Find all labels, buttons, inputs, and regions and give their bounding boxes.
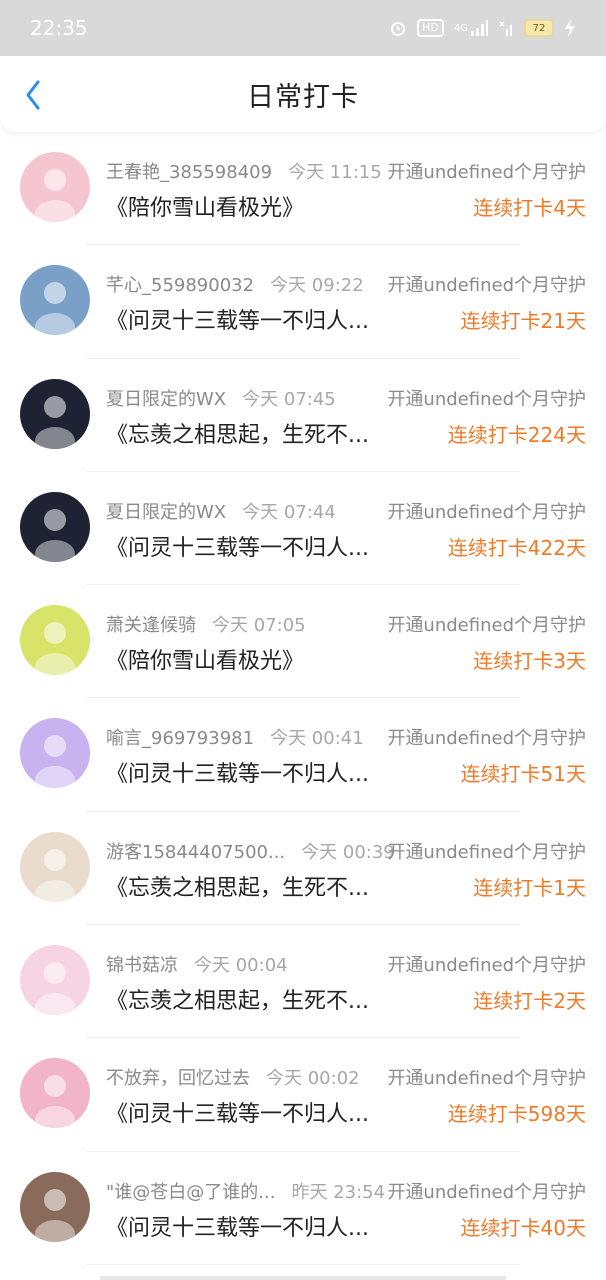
list-item[interactable]: 不放弃，回忆过去 今天 00:02 开通undefined个月守护 《问灵十三载等…: [0, 1038, 606, 1152]
checkin-content[interactable]: 《忘羡之相思起，生死不...: [106, 417, 369, 449]
checkin-content[interactable]: 《忘羡之相思起，生死不...: [106, 983, 369, 1015]
meta-row: "谁@苍白@了谁的... 昨天 23:54: [106, 1178, 385, 1204]
meta-row: 王春艳_385598409 今天 11:15: [106, 158, 382, 184]
checkin-content[interactable]: 《忘羡之相思起，生死不...: [106, 870, 369, 902]
timestamp: 今天 11:15: [288, 162, 382, 183]
list-item[interactable]: 王春艳_385598409 今天 11:15 开通undefined个月守护 《陪…: [0, 132, 606, 246]
guard-status: 开通undefined个月守护: [387, 841, 586, 863]
username[interactable]: "谁@苍白@了谁的...: [106, 1182, 275, 1203]
status-time: 22:35: [30, 16, 88, 40]
guard-status: 开通undefined个月守护: [387, 1181, 586, 1203]
meta-row: 夏日限定的WX 今天 07:45: [106, 385, 336, 411]
guard-status: 开通undefined个月守护: [387, 275, 586, 297]
guard-status: 开通undefined个月守护: [387, 728, 586, 750]
meta-row: 芊心_559890032 今天 09:22: [106, 271, 364, 297]
charging-icon: [564, 19, 576, 37]
signal-2-icon: [498, 20, 514, 36]
battery-icon: 72: [524, 19, 554, 37]
streak-count: 连续打卡598天: [447, 1102, 586, 1127]
network-label: 4G: [453, 22, 468, 34]
checkin-content[interactable]: 《问灵十三载等一不归人...: [106, 1210, 369, 1242]
meta-row: 喻言_969793981 今天 00:41: [106, 724, 364, 750]
list-item[interactable]: 喻言_969793981 今天 00:41 开通undefined个月守护 《问灵…: [0, 698, 606, 812]
guard-status: 开通undefined个月守护: [387, 388, 586, 410]
checkin-content[interactable]: 《问灵十三载等一不归人...: [106, 756, 369, 788]
signal-icon: 4G: [454, 20, 488, 36]
guard-status: 开通undefined个月守护: [387, 162, 586, 183]
streak-count: 连续打卡51天: [460, 762, 586, 787]
checkin-content[interactable]: 《问灵十三载等一不归人...: [106, 1096, 369, 1128]
list-item[interactable]: 夏日限定的WX 今天 07:44 开通undefined个月守护 《问灵十三载等一…: [0, 472, 606, 586]
timestamp: 今天 07:44: [242, 501, 336, 523]
streak-count: 连续打卡422天: [447, 535, 586, 560]
meta-row: 游客15844407500... 今天 00:39: [106, 838, 395, 864]
timestamp: 今天 00:02: [266, 1068, 360, 1090]
username[interactable]: 锦书菇凉: [106, 955, 178, 976]
bottom-scroll-indicator: [100, 1276, 506, 1280]
list-item[interactable]: 萧关逢候骑 今天 07:05 开通undefined个月守护 《陪你雪山看极光》 …: [0, 585, 606, 699]
streak-count: 连续打卡3天: [473, 649, 586, 674]
checkin-list: 王春艳_385598409 今天 11:15 开通undefined个月守护 《陪…: [0, 132, 606, 1265]
timestamp: 今天 09:22: [270, 275, 364, 297]
timestamp: 今天 07:45: [242, 388, 336, 410]
meta-row: 锦书菇凉 今天 00:04: [106, 951, 288, 977]
list-item[interactable]: 夏日限定的WX 今天 07:45 开通undefined个月守护 《忘羡之相思起，…: [0, 359, 606, 472]
list-item[interactable]: 游客15844407500... 今天 00:39 开通undefined个月守护…: [0, 812, 606, 926]
timestamp: 今天 00:39: [301, 841, 395, 863]
username[interactable]: 不放弃，回忆过去: [106, 1068, 250, 1089]
timestamp: 今天 00:41: [270, 728, 364, 750]
chevron-left-icon: [26, 80, 40, 110]
avatar[interactable]: [20, 1058, 90, 1129]
alarm-icon: [389, 19, 407, 37]
username[interactable]: 喻言_969793981: [106, 728, 254, 749]
avatar[interactable]: [20, 491, 90, 562]
list-item[interactable]: 芊心_559890032 今天 09:22 开通undefined个月守护 《问灵…: [0, 245, 606, 359]
username[interactable]: 夏日限定的WX: [106, 502, 226, 523]
guard-status: 开通undefined个月守护: [387, 955, 586, 977]
streak-count: 连续打卡224天: [447, 422, 586, 447]
streak-count: 连续打卡21天: [460, 309, 586, 334]
avatar[interactable]: [20, 945, 90, 1016]
avatar[interactable]: [20, 718, 90, 789]
timestamp: 今天 00:04: [194, 955, 288, 977]
avatar[interactable]: [20, 378, 90, 449]
list-item[interactable]: 锦书菇凉 今天 00:04 开通undefined个月守护 《忘羡之相思起，生死不…: [0, 925, 606, 1039]
avatar[interactable]: [20, 152, 90, 222]
checkin-content[interactable]: 《问灵十三载等一不归人...: [106, 530, 369, 562]
streak-count: 连续打卡40天: [460, 1215, 586, 1240]
username[interactable]: 芊心_559890032: [106, 275, 254, 296]
timestamp: 昨天 23:54: [291, 1181, 386, 1203]
checkin-content[interactable]: 《问灵十三载等一不归人...: [106, 303, 369, 335]
checkin-content[interactable]: 《陪你雪山看极光》: [106, 190, 304, 222]
status-bar: 22:35 HD 4G 72: [0, 0, 606, 56]
timestamp: 今天 07:05: [212, 615, 306, 637]
avatar[interactable]: [20, 605, 90, 676]
hd-badge: HD: [417, 19, 444, 37]
guard-status: 开通undefined个月守护: [387, 1068, 586, 1090]
page-title: 日常打卡: [247, 81, 359, 113]
streak-count: 连续打卡2天: [473, 989, 586, 1014]
avatar[interactable]: [20, 265, 90, 336]
meta-row: 不放弃，回忆过去 今天 00:02: [106, 1064, 360, 1090]
meta-row: 夏日限定的WX 今天 07:44: [106, 498, 336, 524]
username[interactable]: 夏日限定的WX: [106, 389, 226, 410]
list-item[interactable]: "谁@苍白@了谁的... 昨天 23:54 开通undefined个月守护 《问灵…: [0, 1152, 606, 1265]
username[interactable]: 游客15844407500...: [106, 842, 285, 863]
meta-row: 萧关逢候骑 今天 07:05: [106, 611, 306, 637]
guard-status: 开通undefined个月守护: [387, 615, 586, 637]
avatar[interactable]: [20, 831, 90, 902]
username[interactable]: 萧关逢候骑: [106, 615, 196, 636]
nav-bar: 日常打卡: [0, 56, 606, 132]
avatar[interactable]: [20, 1171, 90, 1242]
back-button[interactable]: [20, 78, 50, 112]
status-icons: HD 4G 72: [389, 19, 576, 37]
streak-count: 连续打卡4天: [473, 196, 586, 220]
streak-count: 连续打卡1天: [473, 875, 586, 900]
guard-status: 开通undefined个月守护: [387, 501, 586, 523]
checkin-content[interactable]: 《陪你雪山看极光》: [106, 643, 304, 675]
username[interactable]: 王春艳_385598409: [106, 162, 272, 183]
divider: [86, 1263, 520, 1265]
